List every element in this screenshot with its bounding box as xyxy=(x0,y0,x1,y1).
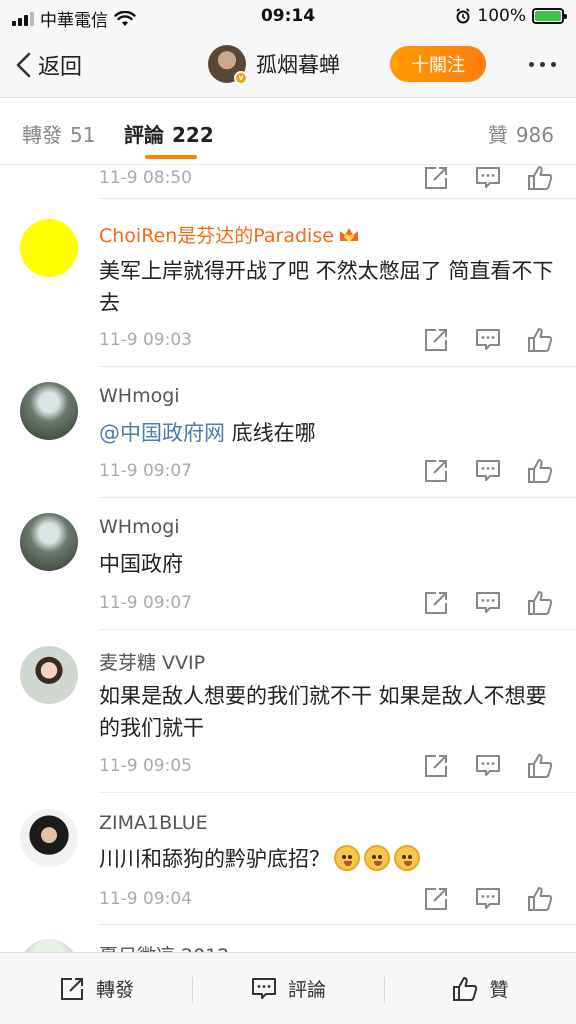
comment-user-name[interactable]: 夏日微凉 2012 xyxy=(99,941,229,952)
comment-user-name[interactable]: WHmogi xyxy=(99,385,180,407)
doge-emoji-icon xyxy=(334,845,360,871)
more-icon[interactable] xyxy=(529,62,556,67)
doge-emoji-icon xyxy=(394,845,420,871)
comment-text: 如果是敌人想要的我们就不干 如果是敌人不想要的我们就干 xyxy=(99,684,547,740)
avatar[interactable] xyxy=(20,646,78,704)
comment-button[interactable]: 評論 xyxy=(192,953,384,1024)
tab-like-count: 986 xyxy=(515,123,554,147)
comment-actions xyxy=(422,457,554,485)
comment-icon[interactable] xyxy=(474,326,502,354)
like-icon[interactable] xyxy=(526,589,554,617)
status-bar: 中華電信 09:14 100% xyxy=(0,0,576,34)
tab-comment-count: 222 xyxy=(172,123,214,147)
comment-time: 11-9 09:03 xyxy=(99,330,192,350)
tab-repost[interactable]: 轉發 51 xyxy=(22,119,95,148)
comment-text: 美军上岸就得开战了吧 不然太憋屈了 简直看不下去 xyxy=(99,259,554,315)
avatar[interactable] xyxy=(20,939,78,952)
share-icon[interactable] xyxy=(422,752,450,780)
avatar[interactable] xyxy=(20,809,78,867)
repost-button[interactable]: 轉發 xyxy=(0,953,192,1024)
nav-user-name[interactable]: 孤烟暮蝉 xyxy=(256,49,340,79)
divider xyxy=(99,497,576,498)
comment-time: 11-9 09:05 xyxy=(99,756,192,776)
tab-comment[interactable]: 評論 222 xyxy=(124,119,214,148)
tab-comment-label: 評論 xyxy=(124,123,164,147)
like-icon[interactable] xyxy=(526,326,554,354)
tab-active-indicator xyxy=(145,155,197,159)
avatar[interactable] xyxy=(20,382,78,440)
alarm-icon xyxy=(456,8,470,24)
comment-time: 11-9 09:04 xyxy=(99,889,192,909)
share-icon[interactable] xyxy=(422,166,450,192)
tab-bar: 轉發 51 評論 222 贊 986 xyxy=(0,99,576,165)
comment-icon xyxy=(251,977,276,999)
nav-bar: 返回 v 孤烟暮蝉 十關注 xyxy=(0,34,576,98)
like-icon[interactable] xyxy=(526,457,554,485)
doge-emoji-icon xyxy=(364,845,390,871)
like-icon[interactable] xyxy=(526,752,554,780)
follow-button[interactable]: 十關注 xyxy=(390,46,486,82)
bottom-action-bar: 轉發 評論 贊 xyxy=(0,952,576,1024)
comment-label: 評論 xyxy=(287,979,326,1001)
like-icon[interactable] xyxy=(526,885,554,913)
nav-user[interactable]: v 孤烟暮蝉 xyxy=(208,45,340,85)
share-icon[interactable] xyxy=(422,589,450,617)
share-icon[interactable] xyxy=(422,885,450,913)
comment-text: 底线在哪 xyxy=(225,421,316,445)
comment-actions xyxy=(422,752,554,780)
like-icon xyxy=(453,976,478,1001)
comment-icon[interactable] xyxy=(474,457,502,485)
comment-actions xyxy=(422,589,554,617)
comment-icon[interactable] xyxy=(474,752,502,780)
back-button[interactable]: 返回 xyxy=(14,49,82,81)
comment-text: 中国政府 xyxy=(99,552,183,576)
avatar[interactable]: v xyxy=(208,45,248,85)
comment-time: 11-9 08:50 xyxy=(99,168,192,188)
share-icon xyxy=(60,977,83,1000)
tab-like-label: 贊 xyxy=(487,123,508,147)
vip-crown-icon xyxy=(339,228,358,242)
like-icon[interactable] xyxy=(526,166,554,192)
comment-user-name[interactable]: 麦芽糖 VVIP xyxy=(99,648,205,675)
share-icon[interactable] xyxy=(422,457,450,485)
divider xyxy=(99,629,576,630)
avatar[interactable] xyxy=(20,219,78,277)
like-label: 贊 xyxy=(489,979,509,1001)
divider xyxy=(99,924,576,925)
tab-repost-count: 51 xyxy=(70,123,96,147)
tab-repost-label: 轉發 xyxy=(22,123,62,147)
comment-user-row: ChoiRen是芬达的Paradise xyxy=(99,221,360,248)
divider xyxy=(99,198,576,199)
repost-label: 轉發 xyxy=(95,979,134,1001)
comment-icon[interactable] xyxy=(474,589,502,617)
chevron-left-icon xyxy=(16,52,31,78)
avatar[interactable] xyxy=(20,513,78,571)
comment-list[interactable]: 11-9 08:50 ChoiRen是芬达的Paradise 美军上岸就得开战了… xyxy=(0,166,576,952)
share-icon[interactable] xyxy=(422,326,450,354)
comment-text-row: 川川和舔狗的黔驴底招？ xyxy=(99,843,559,875)
comment-actions xyxy=(422,326,554,354)
status-right: 100% xyxy=(455,6,567,26)
divider xyxy=(99,366,576,367)
battery-fill xyxy=(535,11,561,21)
comment-time: 11-9 09:07 xyxy=(99,593,192,613)
divider xyxy=(99,792,576,793)
comment-user-name[interactable]: ChoiRen是芬达的Paradise xyxy=(99,225,334,247)
comment-user-name[interactable]: WHmogi xyxy=(99,516,180,538)
comment-actions xyxy=(422,885,554,913)
comment-icon[interactable] xyxy=(474,885,502,913)
mention-link[interactable]: @中国政府网 xyxy=(99,421,225,445)
comment-actions xyxy=(422,166,554,192)
comment-user-name[interactable]: ZIMA1BLUE xyxy=(99,812,208,834)
like-button[interactable]: 贊 xyxy=(384,953,576,1024)
tab-like[interactable]: 贊 986 xyxy=(488,119,554,148)
verified-badge-icon: v xyxy=(234,71,248,85)
comment-text-row: @中国政府网 底线在哪 xyxy=(99,417,559,449)
back-label: 返回 xyxy=(38,55,83,80)
comment-time: 11-9 09:07 xyxy=(99,461,192,481)
battery-percent: 100% xyxy=(477,6,526,26)
comment-text: 川川和舔狗的黔驴底招？ xyxy=(99,847,330,871)
comment-icon[interactable] xyxy=(474,166,502,192)
battery-icon xyxy=(532,8,567,24)
